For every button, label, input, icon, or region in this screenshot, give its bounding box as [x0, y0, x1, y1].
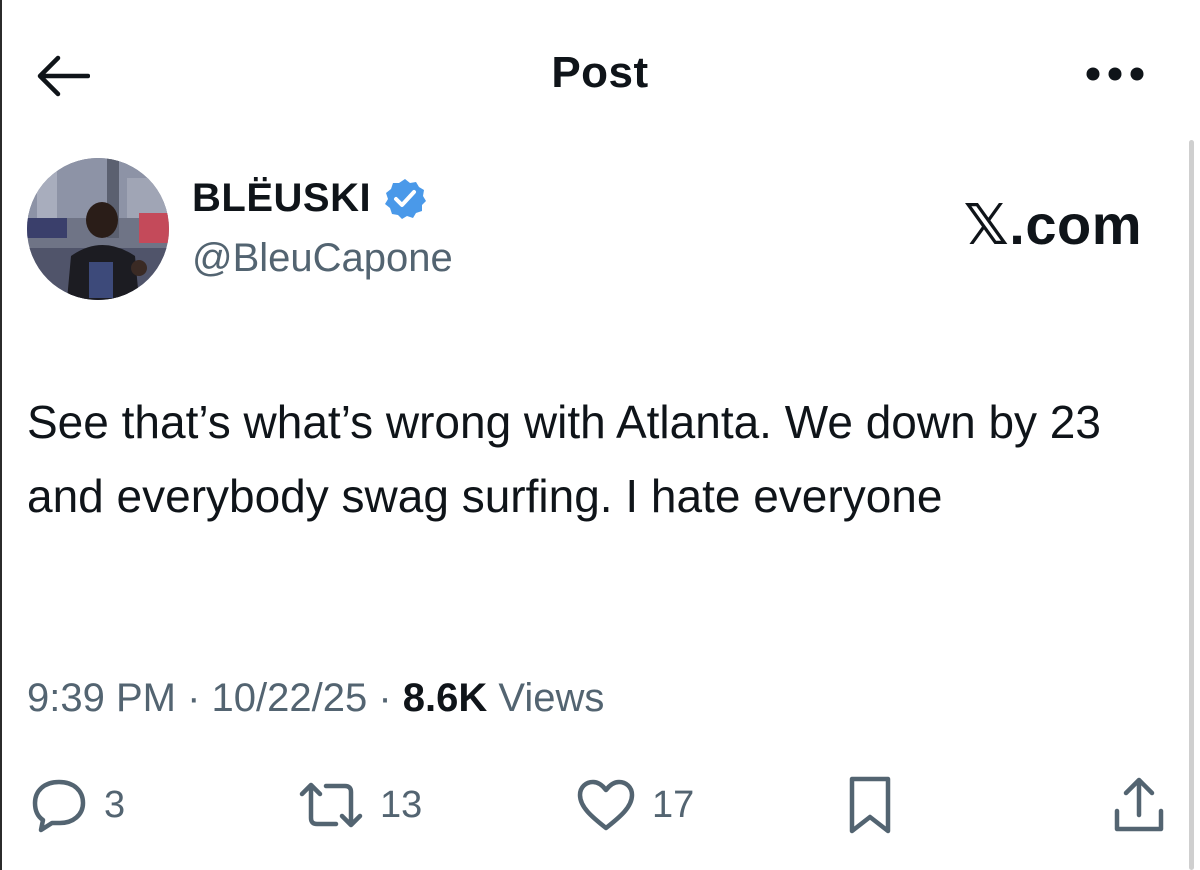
repost-icon: [299, 782, 363, 828]
bookmark-icon: [849, 776, 891, 834]
header: Post: [0, 0, 1200, 150]
repost-button[interactable]: 13: [298, 770, 422, 840]
views-count[interactable]: 8.6K: [403, 676, 488, 720]
repost-count: 13: [380, 783, 423, 826]
meta-separator: ·: [187, 676, 212, 720]
views-label: Views: [498, 676, 605, 720]
reply-icon: [32, 779, 86, 833]
author-name-row[interactable]: BLËUSKI: [192, 176, 427, 221]
heart-icon: [577, 779, 635, 831]
verified-badge-icon[interactable]: [383, 177, 427, 221]
tweet-time: 9:39 PM: [27, 676, 176, 720]
reply-button[interactable]: 3: [30, 770, 125, 840]
author-handle[interactable]: @BleuCapone: [192, 236, 453, 281]
more-horizontal-icon: [1086, 67, 1144, 81]
share-button[interactable]: [1112, 770, 1166, 840]
like-count: 17: [652, 783, 695, 826]
bookmark-button[interactable]: [846, 770, 894, 840]
tweet-date: 10/22/25: [211, 676, 368, 720]
x-watermark: 𝕏.com: [963, 193, 1142, 256]
more-options-button[interactable]: [1080, 52, 1150, 96]
author-display-name[interactable]: BLËUSKI: [192, 176, 371, 221]
tweet-meta: 9:39 PM · 10/22/25 · 8.6K Views: [27, 676, 604, 721]
share-icon: [1114, 777, 1164, 832]
tweet-text: See that’s what’s wrong with Atlanta. We…: [27, 396, 1101, 522]
reply-count: 3: [104, 783, 126, 826]
page-title: Post: [551, 48, 649, 97]
scrollbar[interactable]: [1189, 140, 1194, 870]
avatar[interactable]: [27, 158, 169, 300]
post-page: Post BLËUSKI @BleuCapone 𝕏.com See that’…: [0, 0, 1200, 870]
like-button[interactable]: 17: [576, 770, 694, 840]
action-bar: 3 13 17: [0, 770, 1200, 840]
meta-separator: ·: [378, 676, 403, 720]
